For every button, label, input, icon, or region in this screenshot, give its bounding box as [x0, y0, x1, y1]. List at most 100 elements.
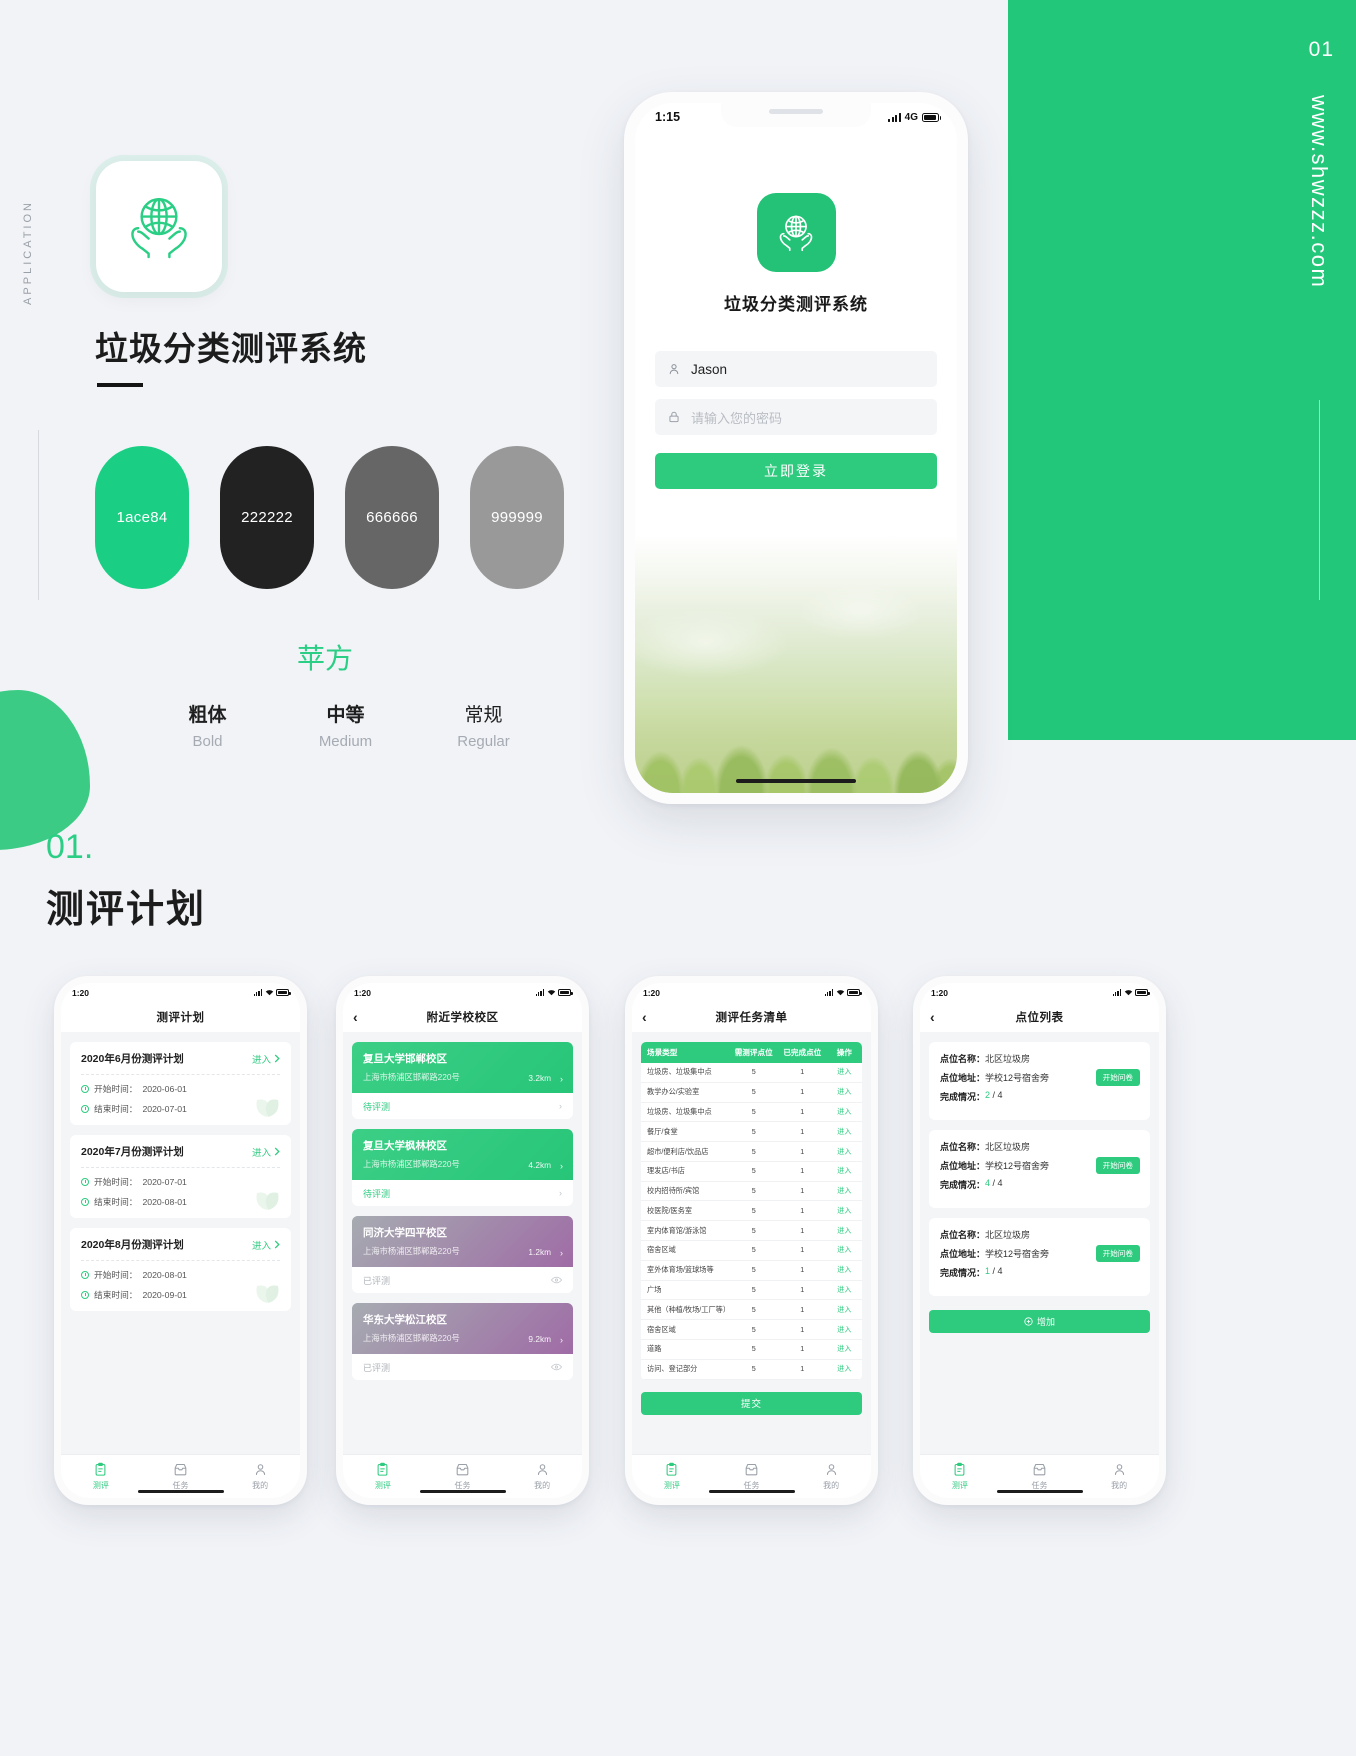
tab-bar: 测评 任务 我的	[632, 1454, 871, 1498]
user-icon	[537, 1464, 547, 1476]
campus-status: 待评测	[363, 1101, 391, 1112]
plan-card-header: 2020年7月份测评计划 进入	[81, 1144, 280, 1167]
tab-profile[interactable]: 我的	[502, 1462, 582, 1491]
eye-icon[interactable]	[551, 1363, 562, 1371]
plan-enter-button[interactable]: 进入	[252, 1052, 280, 1066]
table-cell-action[interactable]: 进入	[827, 1182, 862, 1201]
campus-card-footer: 待评测 ›	[352, 1093, 573, 1119]
back-button-icon[interactable]: ‹	[930, 1010, 935, 1024]
table-cell-action[interactable]: 进入	[827, 1221, 862, 1240]
divider	[81, 1074, 280, 1075]
tab-tasks[interactable]: 任务	[1000, 1462, 1080, 1491]
screen-campus: 1:20 ‹ 附近学校校区 复旦大学邯郸校区 上海市杨浦区邯郸路220号 3.2…	[343, 983, 582, 1498]
plan-enter-label: 进入	[251, 1240, 271, 1252]
table-cell-action[interactable]: 进入	[827, 1340, 862, 1359]
tab-label: 测评	[374, 1481, 391, 1490]
plan-end-value: 2020-08-01	[142, 1196, 187, 1207]
tab-evaluation[interactable]: 测评	[920, 1462, 1000, 1491]
campus-card[interactable]: 华东大学松江校区 上海市杨浦区邯郸路220号 9.2km › 已评测	[352, 1303, 573, 1380]
status-time: 1:20	[354, 987, 372, 998]
plan-card[interactable]: 2020年7月份测评计划 进入 开始时间： 2020-07-01 结束时间： 2…	[70, 1135, 291, 1218]
point-address-value: 学校12号宿舍旁	[985, 1073, 1050, 1083]
table-cell-action[interactable]: 进入	[827, 1281, 862, 1300]
table-row: 其他（种植/牧场/工厂等） 5 1 进入	[641, 1300, 862, 1321]
home-indicator	[419, 1489, 506, 1493]
weight-label-en: Bold	[192, 733, 223, 750]
inbox-icon	[456, 1463, 469, 1476]
table-cell-action[interactable]: 进入	[827, 1201, 862, 1220]
table-cell: 5	[751, 1205, 756, 1215]
status-time: 1:20	[643, 987, 661, 998]
back-button-icon[interactable]: ‹	[642, 1010, 647, 1024]
table-cell: 5	[751, 1186, 756, 1196]
chevron-right-icon[interactable]: ›	[559, 1101, 562, 1111]
table-cell-action[interactable]: 进入	[827, 1300, 862, 1319]
table-cell: 5	[751, 1166, 756, 1176]
back-button-icon[interactable]: ‹	[353, 1010, 358, 1024]
tab-profile[interactable]: 我的	[791, 1462, 871, 1491]
user-icon	[669, 364, 679, 375]
signal-bars-icon	[888, 112, 901, 122]
campus-card[interactable]: 复旦大学邯郸校区 上海市杨浦区邯郸路220号 3.2km › 待评测 ›	[352, 1042, 573, 1119]
application-vertical-label: APPLICATION	[22, 200, 34, 305]
chevron-right-icon[interactable]: ›	[559, 1188, 562, 1198]
plan-card[interactable]: 2020年6月份测评计划 进入 开始时间： 2020-06-01 结束时间： 2…	[70, 1042, 291, 1125]
login-button[interactable]: 立即登录	[655, 453, 937, 489]
tab-tasks[interactable]: 任务	[423, 1462, 503, 1491]
add-point-button[interactable]: 增加	[929, 1310, 1150, 1333]
table-cell-action[interactable]: 进入	[827, 1122, 862, 1141]
tab-tasks[interactable]: 任务	[141, 1462, 221, 1491]
campus-card[interactable]: 复旦大学枫林校区 上海市杨浦区邯郸路220号 4.2km › 待评测 ›	[352, 1129, 573, 1206]
start-survey-button[interactable]: 开始问卷	[1095, 1245, 1140, 1262]
table-cell-action[interactable]: 进入	[827, 1360, 862, 1379]
table-cell-action[interactable]: 进入	[827, 1063, 862, 1082]
password-field[interactable]: 请输入您的密码	[655, 399, 937, 435]
table-cell: 1	[800, 1166, 805, 1176]
plan-enter-button[interactable]: 进入	[252, 1238, 280, 1252]
table-cell-action[interactable]: 进入	[827, 1142, 862, 1161]
campus-name: 复旦大学枫林校区	[363, 1140, 447, 1152]
home-indicator	[708, 1489, 795, 1493]
table-cell-action[interactable]: 进入	[827, 1162, 862, 1181]
username-field[interactable]: Jason	[655, 351, 937, 387]
point-card[interactable]: 点位名称： 北区垃圾房 点位地址： 学校12号宿舍旁 完成情况： 1 / 4 开…	[929, 1218, 1150, 1296]
battery-icon	[922, 112, 941, 122]
table-cell-action[interactable]: 进入	[827, 1320, 862, 1339]
point-card[interactable]: 点位名称： 北区垃圾房 点位地址： 学校12号宿舍旁 完成情况： 2 / 4 开…	[929, 1042, 1150, 1120]
chevron-right-icon: ›	[560, 1074, 563, 1084]
point-name-row: 点位名称： 北区垃圾房	[940, 1052, 1139, 1065]
tab-profile[interactable]: 我的	[220, 1462, 300, 1491]
start-survey-button[interactable]: 开始问卷	[1095, 1157, 1140, 1174]
hero-app-logo	[756, 193, 836, 272]
table-body: 垃圾房、垃圾集中点 5 1 进入 教学办公/实验室 5 1 进入 垃圾房、垃圾集中点 5 1 进入 餐厅…	[641, 1063, 862, 1380]
table-cell: 1	[800, 1225, 805, 1235]
table-cell: 超市/便利店/饮品店	[647, 1146, 709, 1156]
campus-card[interactable]: 同济大学四平校区 上海市杨浦区邯郸路220号 1.2km › 已评测	[352, 1216, 573, 1293]
table-cell: 教学办公/实验室	[647, 1087, 700, 1097]
home-indicator	[137, 1489, 224, 1493]
table-cell-action[interactable]: 进入	[827, 1241, 862, 1260]
table-cell: 1	[800, 1205, 805, 1215]
color-swatch-row: 1ace84 222222 666666 999999	[95, 446, 564, 589]
tab-evaluation[interactable]: 测评	[632, 1462, 712, 1491]
plan-card[interactable]: 2020年8月份测评计划 进入 开始时间： 2020-08-01 结束时间： 2…	[70, 1228, 291, 1311]
login-form: Jason 请输入您的密码	[655, 351, 937, 435]
tab-tasks[interactable]: 任务	[712, 1462, 792, 1491]
point-progress-total: 4	[997, 1266, 1003, 1276]
table-cell-action[interactable]: 进入	[827, 1261, 862, 1280]
tab-profile[interactable]: 我的	[1079, 1462, 1159, 1491]
submit-button[interactable]: 提交	[641, 1391, 862, 1415]
point-card[interactable]: 点位名称： 北区垃圾房 点位地址： 学校12号宿舍旁 完成情况： 4 / 4 开…	[929, 1130, 1150, 1208]
chevron-right-icon: ›	[560, 1248, 563, 1258]
start-survey-button[interactable]: 开始问卷	[1095, 1069, 1140, 1086]
tab-evaluation[interactable]: 测评	[61, 1462, 141, 1491]
plan-start-label: 开始时间：	[94, 1177, 138, 1187]
table-cell: 5	[751, 1245, 756, 1255]
font-weight-bold: 粗体 Bold	[175, 700, 240, 750]
plan-enter-button[interactable]: 进入	[252, 1145, 280, 1159]
tab-evaluation[interactable]: 测评	[343, 1462, 423, 1491]
table-cell-action[interactable]: 进入	[827, 1083, 862, 1102]
campus-list: 复旦大学邯郸校区 上海市杨浦区邯郸路220号 3.2km › 待评测 › 复旦大…	[343, 1032, 582, 1454]
table-cell-action[interactable]: 进入	[827, 1103, 862, 1122]
eye-icon[interactable]	[551, 1276, 562, 1284]
